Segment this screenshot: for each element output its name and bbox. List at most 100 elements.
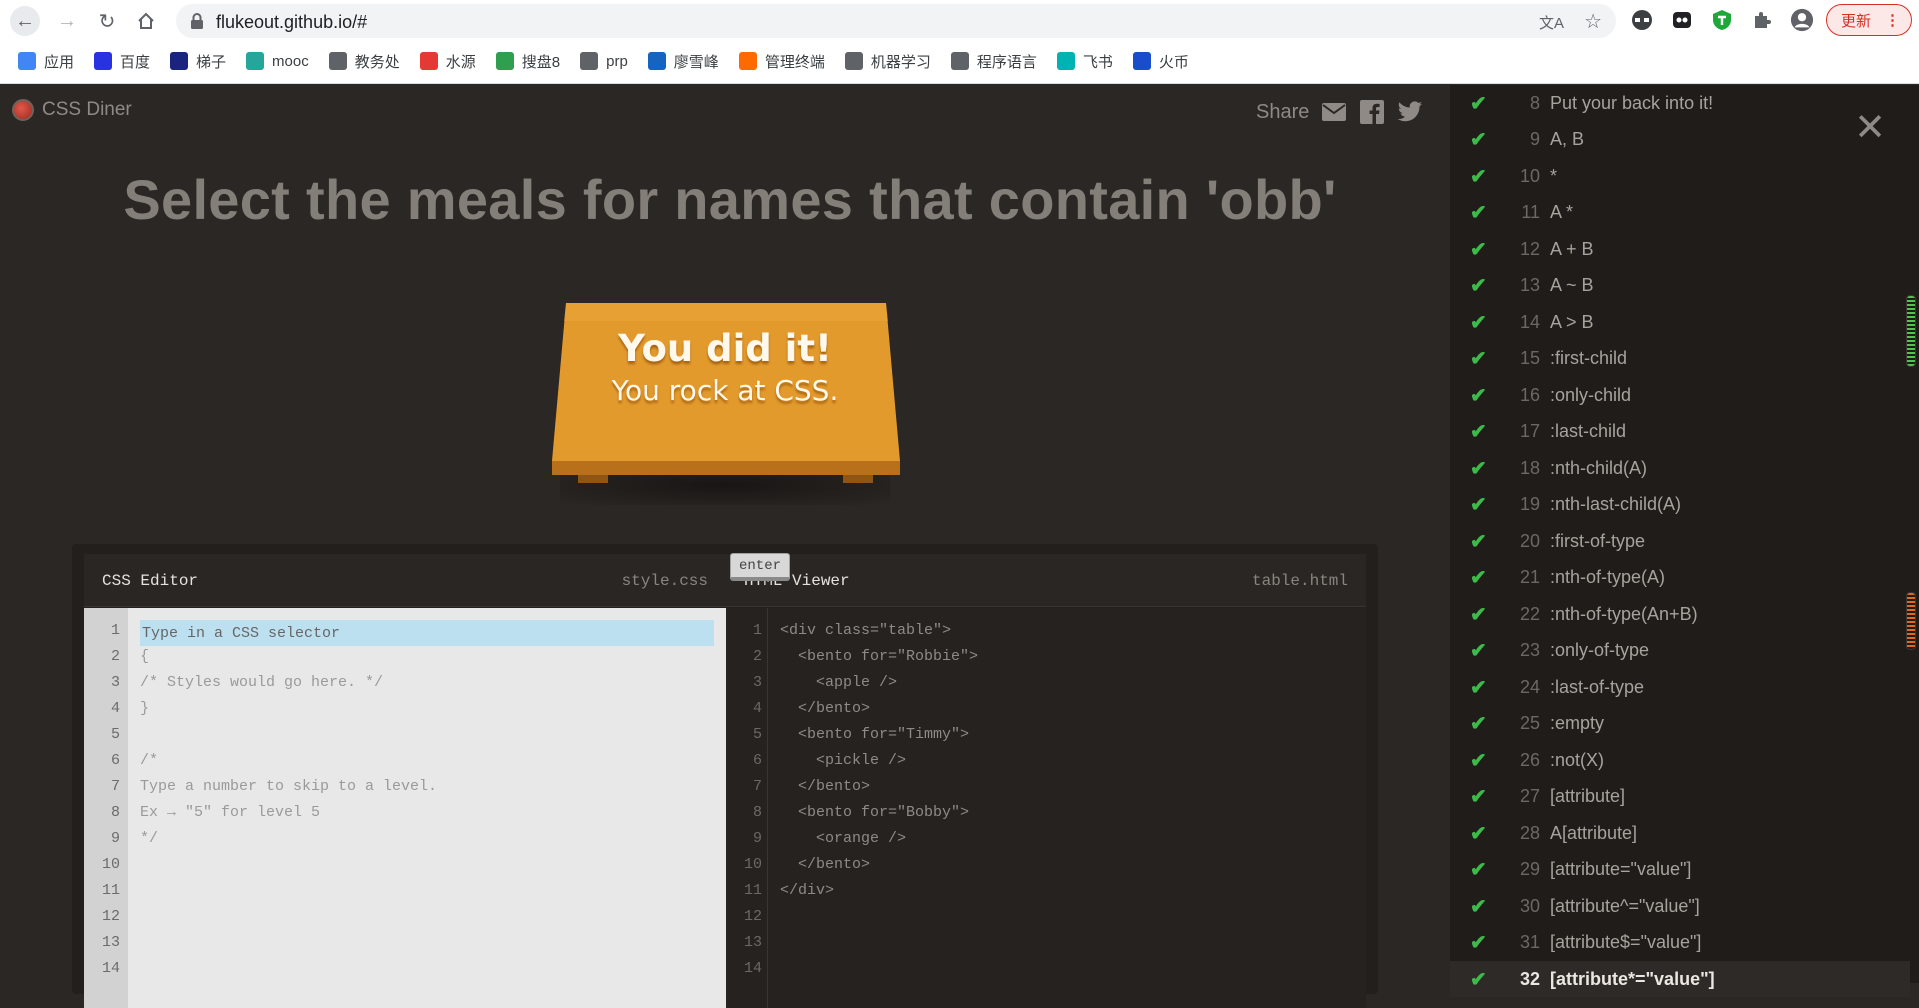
checkmark-icon: ✔ [1470,238,1487,261]
extensions-puzzle-icon[interactable] [1750,8,1774,32]
line-number: 2 [752,648,762,665]
level-item[interactable]: ✔ 28 A[attribute] [1450,815,1910,851]
checkmark-icon: ✔ [1470,786,1487,808]
level-name: :only-child [1550,384,1632,405]
bookmark-item[interactable]: 搜盘8 [495,51,560,72]
level-item[interactable]: ✔ 10 * [1450,158,1910,194]
back-button[interactable]: ← [10,6,40,36]
facebook-icon[interactable] [1359,99,1385,125]
bookmark-item[interactable]: 机器学习 [844,51,931,72]
level-item[interactable]: ✔ 26:not(X) [1450,742,1910,778]
html-code-line[interactable]: <pickle /> [780,752,906,769]
checkmark-icon: ✔ [1470,713,1487,735]
bookmark-item[interactable]: mooc [246,52,309,70]
level-number: 24 [1519,676,1540,697]
css-code-line: Ex → "5" for level 5 [140,804,321,821]
level-name: [attribute$="value"] [1550,932,1702,952]
level-item[interactable]: ✔ 23:only-of-type [1450,633,1910,669]
apps-grid-icon [18,52,36,70]
line-number: 4 [752,700,762,717]
level-name: :nth-child(A) [1550,457,1648,478]
extension-shield-icon[interactable] [1710,8,1734,32]
level-item[interactable]: ✔ 22:nth-of-type(An+B) [1450,596,1910,632]
html-code-line[interactable]: </div> [780,882,834,899]
level-item[interactable]: ✔ 25:empty [1450,706,1910,742]
reload-button[interactable]: ↻ [92,6,122,36]
bookmark-star-icon[interactable]: ☆ [1584,9,1602,34]
email-icon[interactable] [1321,99,1347,125]
bookmark-item[interactable]: 火币 [1132,51,1189,72]
line-number: 4 [110,700,120,717]
shuiyuan-icon [419,52,438,70]
level-item[interactable]: ✔ 30 [attribute^="value"] [1450,888,1910,924]
bookmark-item[interactable]: prp [580,52,628,70]
css-editor: 1234567891011121314 {/* Styles would go … [84,608,726,1008]
level-item[interactable]: ✔ 21:nth-of-type(A) [1450,560,1910,596]
level-item[interactable]: ✔ 19:nth-last-child(A) [1450,487,1910,523]
level-item[interactable]: ✔ 9 A, B [1450,122,1910,158]
level-item[interactable]: ✔ 20:first-of-type [1450,523,1910,559]
line-number: 10 [101,856,120,873]
update-label: 更新 [1841,12,1872,30]
level-number: 11 [1521,202,1540,222]
html-viewer: 1 2 3 4 5 6 7 8 9 10 11 12 13 14 <div class="table"> … [726,608,1366,1008]
level-number: 14 [1519,311,1540,332]
level-item[interactable]: ✔ 27 [attribute] [1450,779,1910,815]
bookmark-item[interactable]: 教务处 [328,51,400,72]
html-code-line[interactable]: <div class="table"> [780,622,951,639]
bookmark-item[interactable]: 程序语言 [950,51,1037,72]
level-item[interactable]: ✔ 8 Put your back into it! [1450,85,1910,121]
checkmark-icon: ✔ [1470,968,1487,991]
level-number: 12 [1519,238,1540,259]
level-item[interactable]: ✔ 31 [attribute$="value"] [1450,925,1910,961]
extension-mask-icon[interactable] [1670,8,1694,32]
translate-icon[interactable]: 文A [1539,12,1564,33]
enter-button[interactable]: enter [730,553,790,581]
level-number: 13 [1519,275,1540,295]
bookmark-item[interactable]: 廖雪峰 [647,51,719,72]
extension-incognito-icon[interactable] [1630,8,1654,32]
html-code-line[interactable]: <bento for="Bobby"> [780,804,969,821]
bookmark-item[interactable]: 管理终端 [738,51,825,72]
bookmark-item[interactable]: 飞书 [1056,51,1113,72]
css-selector-input[interactable] [142,623,642,643]
bookmark-item[interactable]: 梯子 [170,51,226,72]
level-item[interactable]: ✔ 11 A * [1450,195,1910,231]
line-number: 2 [110,648,120,665]
update-button[interactable]: 更新 ⋮ [1826,4,1912,36]
forward-button[interactable]: → [52,6,82,36]
level-item[interactable]: ✔ 13 A ~ B [1450,268,1910,304]
level-item[interactable]: ✔ 14 A > B [1450,304,1910,340]
twitter-icon[interactable] [1397,99,1423,125]
html-code-line[interactable]: </bento> [780,778,870,795]
bookmark-label: 百度 [120,53,151,71]
level-number: 9 [1529,129,1540,149]
checkmark-icon: ✔ [1470,165,1487,188]
app-logo[interactable]: CSS Diner [12,99,132,121]
level-item[interactable]: ✔ 24:last-of-type [1450,669,1910,705]
level-item[interactable]: ✔ 32 [attribute*="value"] [1450,961,1910,997]
level-item[interactable]: ✔ 18:nth-child(A) [1450,450,1910,486]
bookmark-item[interactable]: 百度 [94,51,150,72]
bookmark-item[interactable]: 水源 [419,51,476,72]
html-code-line[interactable]: </bento> [780,856,870,873]
address-bar[interactable]: flukeout.github.io/# 文A ☆ [176,4,1616,38]
html-code-line[interactable]: <bento for="Robbie"> [780,648,978,665]
bookmark-item[interactable]: 应用 [18,51,74,72]
level-item[interactable]: ✔ 17:last-child [1450,414,1910,450]
checkmark-icon: ✔ [1470,275,1487,297]
bookmark-label: 管理终端 [764,53,825,71]
html-code-line[interactable]: </bento> [780,700,870,717]
level-item[interactable]: ✔ 12 A + B [1450,231,1910,267]
level-item[interactable]: ✔ 29 [attribute="value"] [1450,852,1910,888]
home-button[interactable] [131,6,161,36]
html-line-numbers: 1 2 3 4 5 6 7 8 9 10 11 12 13 14 [726,608,768,1008]
html-code-line[interactable]: <apple /> [780,674,897,691]
html-code-line[interactable]: <bento for="Timmy"> [780,726,969,743]
level-item[interactable]: ✔ 15:first-child [1450,341,1910,377]
css-editor-title: CSS Editor [102,572,199,590]
profile-avatar-icon[interactable] [1790,8,1814,32]
html-code-line[interactable]: <orange /> [780,830,906,847]
level-item[interactable]: ✔ 16:only-child [1450,377,1910,413]
bookmark-label: 廖雪峰 [673,53,719,71]
